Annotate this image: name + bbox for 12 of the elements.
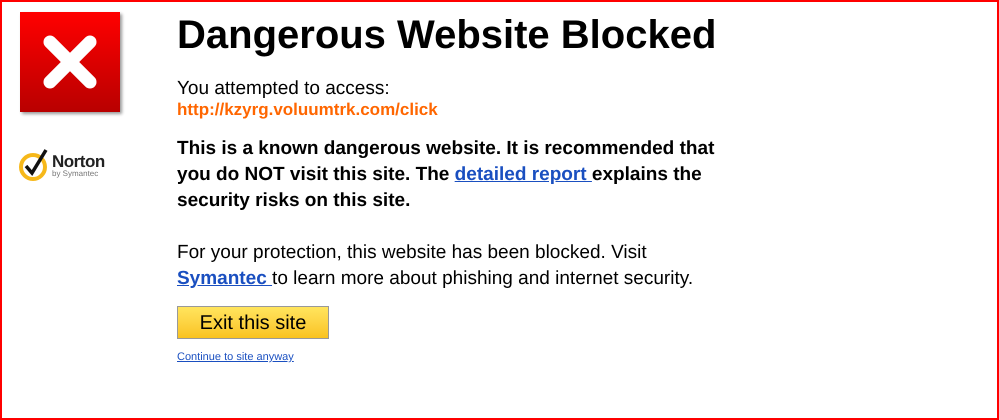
report-link[interactable]: detailed report xyxy=(454,164,592,185)
symantec-link[interactable]: Symantec xyxy=(177,268,272,289)
blocked-icon xyxy=(20,12,120,112)
blocked-url: http://kzyrg.voluumtrk.com/click xyxy=(177,100,439,120)
logo-tagline: by Symantec xyxy=(52,170,100,178)
page-title: Dangerous Website Blocked xyxy=(177,12,718,58)
logo-name: Norton xyxy=(52,152,105,170)
continue-link[interactable]: Continue to site anyway xyxy=(177,349,294,366)
protection-text: For your protection, this website has been blocked. Visit Symantec to learn more about phishing and internet security. xyxy=(177,241,694,291)
warning-text: This is a known dangerous website. It is recommended that you do NOT visit this site. The detailed report explains the security risks on this site. xyxy=(177,137,716,213)
exit-button[interactable]: Exit this site xyxy=(177,306,329,339)
attempt-label: You attempted to access: xyxy=(177,78,391,100)
